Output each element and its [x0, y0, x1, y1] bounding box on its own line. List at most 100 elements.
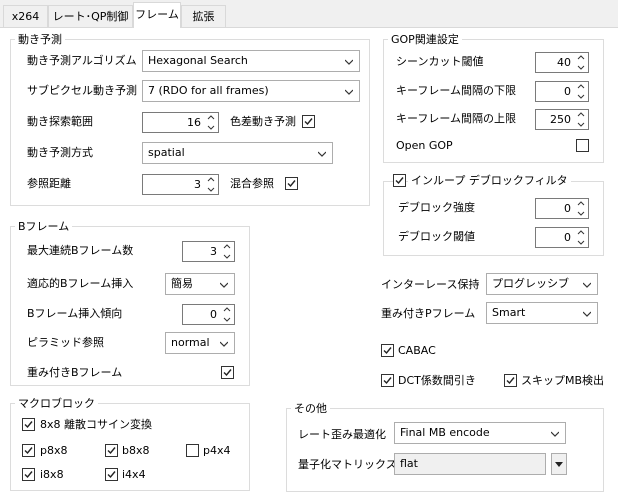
spin-down-icon[interactable]: [574, 92, 588, 101]
checkmark-icon: [383, 377, 392, 385]
spin-up-icon[interactable]: [574, 110, 588, 119]
tab-frame[interactable]: フレーム: [133, 2, 181, 28]
b-pyramid-value: normal: [171, 336, 210, 349]
interlace-select[interactable]: プログレッシブ: [486, 273, 598, 295]
spin-down-icon[interactable]: [204, 123, 218, 132]
weightp-select[interactable]: Smart: [486, 302, 598, 324]
p8x8-label: p8x8: [40, 444, 68, 457]
keyint-min-spin[interactable]: 0: [535, 81, 589, 102]
i8x8-label: i8x8: [40, 468, 64, 481]
keyint-min-label: キーフレーム間隔の下限: [396, 84, 517, 97]
b-pyramid-select[interactable]: normal: [165, 332, 235, 354]
quant-matrix-field[interactable]: flat: [394, 453, 546, 475]
spin-up-icon[interactable]: [220, 242, 234, 251]
gop-group-title: GOP関連設定: [388, 33, 462, 46]
deblock-strength-value: 0: [564, 202, 571, 215]
spin-down-icon[interactable]: [574, 120, 588, 129]
bframes-max-value: 3: [210, 245, 217, 258]
spin-up-icon[interactable]: [574, 199, 588, 208]
checkmark-icon: [304, 118, 313, 126]
chevron-down-icon: [220, 282, 228, 288]
motion-algo-value: Hexagonal Search: [148, 54, 248, 67]
spin-up-icon[interactable]: [204, 113, 218, 122]
deblock-group-title: インループ デブロックフィルタ: [408, 174, 571, 187]
weighted-b-label: 重み付きBフレーム: [27, 366, 123, 379]
chevron-down-icon: [583, 311, 591, 317]
b-bias-spin[interactable]: 0: [182, 304, 235, 325]
spin-up-icon[interactable]: [574, 53, 588, 62]
keyint-max-label: キーフレーム間隔の上限: [396, 112, 517, 125]
dct-decimate-label: DCT係数間引き: [398, 374, 476, 387]
mixed-ref-label: 混合参照: [230, 177, 274, 190]
deblock-strength-spin[interactable]: 0: [535, 198, 589, 219]
quant-matrix-dropdown-button[interactable]: [551, 453, 567, 475]
scenecut-value: 40: [557, 56, 571, 69]
spin-down-icon[interactable]: [204, 185, 218, 194]
fast-pskip-label: スキップMB検出: [521, 374, 605, 387]
rdo-label: レート歪み最適化: [298, 428, 386, 441]
chroma-me-checkbox[interactable]: [302, 115, 315, 128]
ref-distance-spin[interactable]: 3: [142, 174, 219, 195]
spin-down-icon[interactable]: [220, 315, 234, 324]
scenecut-spin[interactable]: 40: [535, 52, 589, 73]
i8x8-checkbox[interactable]: [22, 468, 35, 481]
tab-extension[interactable]: 拡張: [181, 5, 226, 27]
ref-distance-label: 参照距離: [27, 177, 71, 190]
chevron-down-icon: [345, 59, 353, 65]
cabac-label: CABAC: [398, 344, 436, 357]
chevron-down-icon: [220, 341, 228, 347]
chevron-down-icon: [318, 151, 326, 157]
checkmark-icon: [383, 347, 392, 355]
bframes-max-spin[interactable]: 3: [182, 241, 235, 262]
weighted-b-checkbox[interactable]: [221, 366, 234, 379]
ref-distance-value: 3: [194, 178, 201, 191]
p8x8-checkbox[interactable]: [22, 444, 35, 457]
b-bias-label: Bフレーム挿入傾向: [27, 307, 123, 320]
p4x4-checkbox[interactable]: [186, 444, 199, 457]
weightp-value: Smart: [492, 306, 526, 319]
me-mode-value: spatial: [148, 146, 185, 159]
spin-up-icon[interactable]: [574, 82, 588, 91]
deblock-checkbox[interactable]: [393, 174, 406, 187]
chroma-me-label: 色差動き予測: [230, 115, 296, 128]
tab-x264[interactable]: x264: [3, 5, 48, 27]
rdo-select[interactable]: Final MB encode: [394, 422, 566, 444]
deblock-threshold-label: デブロック閾値: [398, 230, 475, 243]
me-range-value: 16: [187, 116, 201, 129]
keyint-max-value: 250: [550, 113, 571, 126]
checkmark-icon: [395, 177, 404, 185]
checkmark-icon: [287, 180, 296, 188]
me-range-spin[interactable]: 16: [142, 112, 219, 133]
dct8x8-checkbox[interactable]: [22, 418, 35, 431]
i4x4-checkbox[interactable]: [105, 468, 118, 481]
dct-decimate-checkbox[interactable]: [381, 374, 394, 387]
deblock-threshold-spin[interactable]: 0: [535, 227, 589, 248]
deblock-strength-label: デブロック強度: [398, 201, 475, 214]
open-gop-checkbox[interactable]: [576, 139, 589, 152]
fast-pskip-checkbox[interactable]: [504, 374, 517, 387]
spin-down-icon[interactable]: [220, 252, 234, 261]
b-bias-value: 0: [210, 308, 217, 321]
subpel-select[interactable]: 7 (RDO for all frames): [142, 80, 360, 102]
mixed-ref-checkbox[interactable]: [285, 177, 298, 190]
checkmark-icon: [506, 377, 515, 385]
spin-down-icon[interactable]: [574, 238, 588, 247]
other-group-title: その他: [291, 402, 330, 415]
cabac-checkbox[interactable]: [381, 344, 394, 357]
checkmark-icon: [107, 471, 116, 479]
interlace-value: プログレッシブ: [492, 277, 569, 290]
keyint-max-spin[interactable]: 250: [535, 109, 589, 130]
spin-down-icon[interactable]: [574, 209, 588, 218]
spin-up-icon[interactable]: [574, 228, 588, 237]
tab-rate-qp[interactable]: レート･QP制御: [48, 5, 133, 27]
rdo-value: Final MB encode: [400, 426, 490, 439]
spin-up-icon[interactable]: [204, 175, 218, 184]
me-mode-select[interactable]: spatial: [142, 142, 333, 164]
motion-algo-select[interactable]: Hexagonal Search: [142, 50, 360, 72]
quant-matrix-label: 量子化マトリックス: [298, 458, 397, 471]
spin-down-icon[interactable]: [574, 63, 588, 72]
checkmark-icon: [24, 421, 33, 429]
b8x8-checkbox[interactable]: [105, 444, 118, 457]
spin-up-icon[interactable]: [220, 305, 234, 314]
b-adapt-select[interactable]: 簡易: [165, 273, 235, 295]
